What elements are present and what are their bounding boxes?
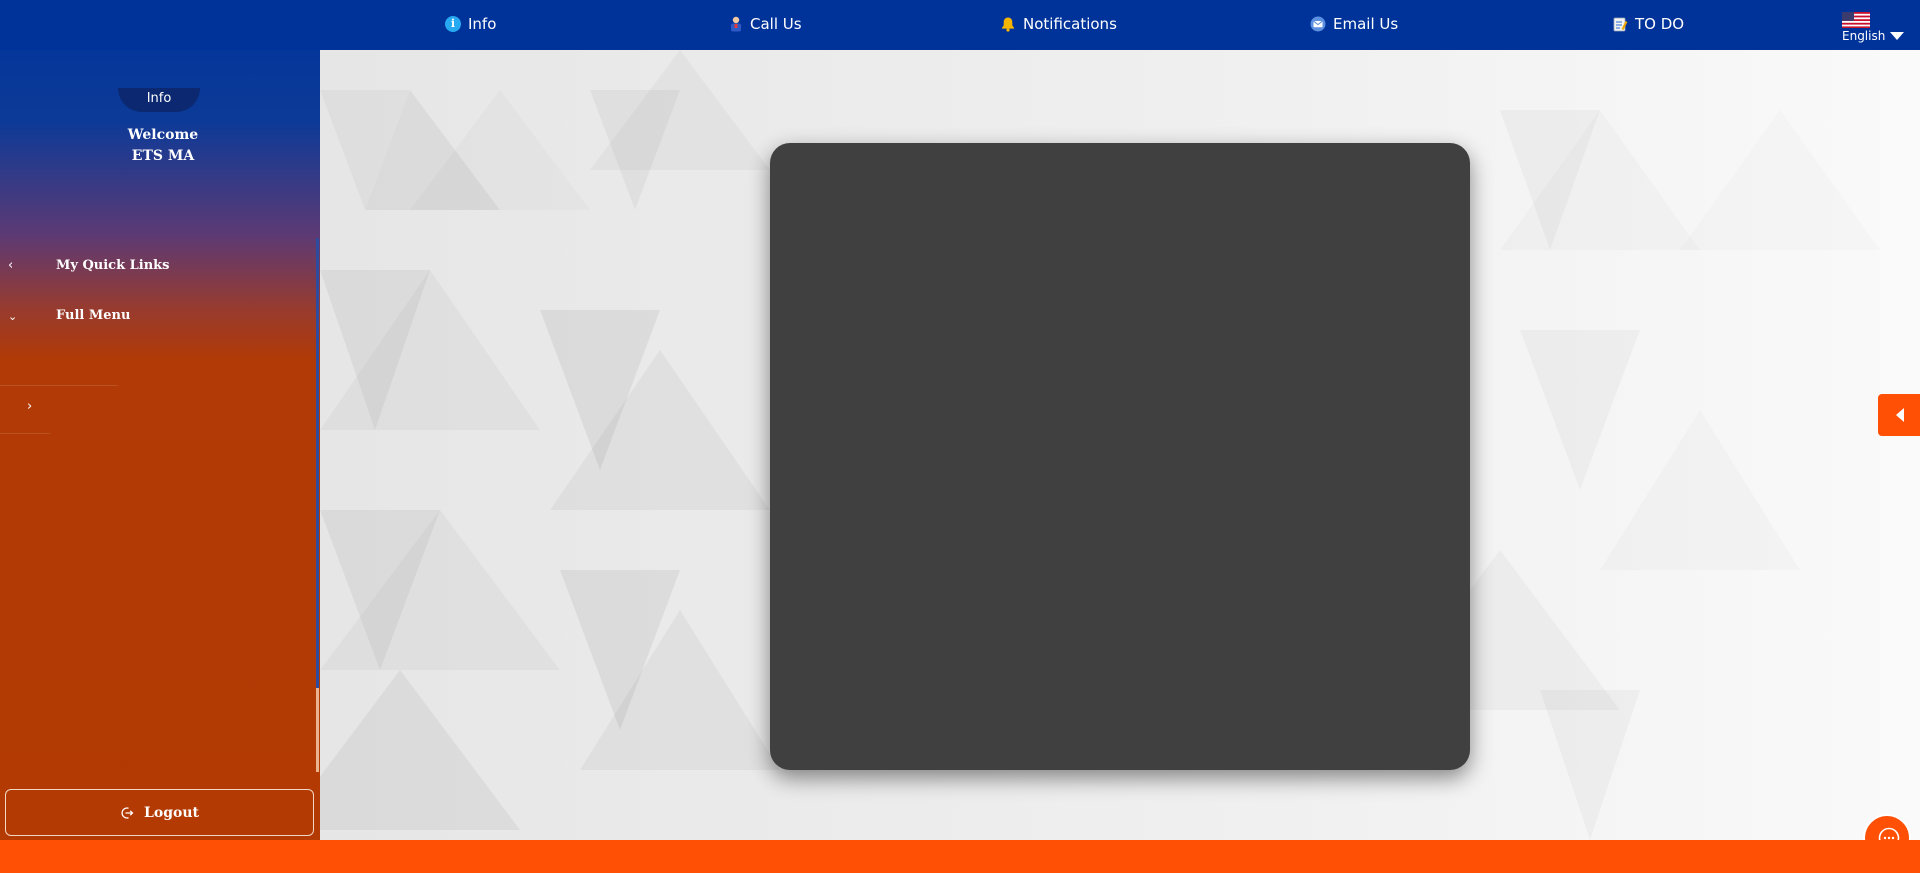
sidebar-item-my-quick-links[interactable]: ‹ My Quick Links (0, 252, 300, 282)
sidebar-scrollbar[interactable] (316, 238, 319, 688)
chevron-left-icon: ‹ (8, 258, 14, 273)
logout-icon (120, 806, 134, 820)
nav-todo-label: TO DO (1635, 15, 1685, 33)
menu-divider (0, 385, 118, 386)
us-flag-icon (1842, 12, 1870, 28)
nav-call-us[interactable]: Call Us (729, 0, 802, 48)
menu-divider (0, 433, 50, 434)
language-selector[interactable]: English (1840, 10, 1904, 44)
sidebar-item-label: My Quick Links (56, 258, 170, 273)
nav-todo[interactable]: TO DO (1612, 0, 1684, 48)
sidebar-info-tab[interactable]: Info (118, 88, 200, 112)
nav-email-us[interactable]: Email Us (1310, 0, 1398, 48)
video-player-area[interactable] (770, 143, 1470, 770)
sidebar-scrollbar-track (316, 688, 319, 772)
chevron-down-icon: ⌄ (8, 310, 18, 323)
main-content (320, 50, 1920, 840)
call-icon (729, 16, 743, 32)
user-name: ETS MA (131, 148, 195, 164)
welcome-message: Welcome ETS MA (80, 125, 246, 167)
sidebar: Info Welcome ETS MA ‹ My Quick Links ⌄ F… (0, 0, 320, 840)
bell-icon (1000, 16, 1016, 32)
logout-button[interactable]: Logout (5, 789, 314, 836)
top-navigation-bar: Info Call Us Notifications (0, 0, 1920, 50)
logout-label: Logout (144, 804, 199, 821)
side-panel-toggle[interactable] (1878, 394, 1920, 436)
nav-email-us-label: Email Us (1333, 15, 1399, 33)
nav-info-label: Info (468, 15, 497, 33)
sidebar-item-label: Full Menu (56, 308, 131, 323)
sidebar-item-full-menu[interactable]: ⌄ Full Menu (0, 302, 300, 332)
bottom-bar (0, 840, 1920, 873)
todo-icon (1612, 16, 1628, 32)
welcome-line: Welcome (127, 127, 199, 143)
nav-info[interactable]: Info (445, 0, 496, 48)
email-icon (1310, 16, 1326, 32)
nav-notifications-label: Notifications (1023, 15, 1117, 33)
chevron-right-icon[interactable]: › (27, 399, 32, 414)
nav-call-us-label: Call Us (750, 15, 802, 33)
info-icon (445, 16, 461, 32)
caret-down-icon (1890, 32, 1904, 40)
language-label: English (1842, 29, 1886, 43)
nav-notifications[interactable]: Notifications (1000, 0, 1117, 48)
